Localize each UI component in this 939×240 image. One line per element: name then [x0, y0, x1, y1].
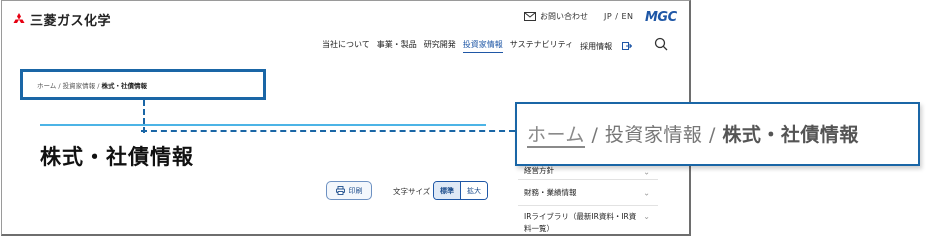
breadcrumb-zoom-callout: ホーム / 投資家情報 / 株式・社債情報	[515, 102, 920, 166]
zoomed-breadcrumb: ホーム / 投資家情報 / 株式・社債情報	[527, 120, 859, 148]
print-label: 印刷	[348, 186, 363, 195]
printer-icon	[335, 186, 345, 195]
breadcrumb-highlight-box	[20, 69, 266, 100]
sidebar-menu: 経営方針 ⌄ 財務・業績情報 ⌄ IRライブラリ（最新IR資料・IR資料一覧） …	[518, 165, 658, 234]
contact-label: お問い合わせ	[540, 12, 588, 21]
mgc-brand-logo[interactable]: MGC	[645, 10, 677, 25]
chevron-down-icon: ⌄	[643, 167, 650, 177]
nav-item-business[interactable]: 事業・製品	[377, 39, 417, 53]
callout-connector-horizontal	[141, 130, 515, 132]
print-button[interactable]: 印刷	[326, 181, 372, 200]
contact-link[interactable]: お問い合わせ	[524, 11, 588, 22]
nav-item-sustainability[interactable]: サステナビリティ	[510, 39, 573, 53]
callout-connector-vertical	[143, 100, 145, 133]
sidebar-item-label: 経営方針	[524, 166, 554, 175]
external-link-icon	[622, 42, 633, 50]
global-nav: 当社について 事業・製品 研究開発 投資家情報 サステナビリティ 採用情報	[322, 39, 639, 53]
company-name: 三菱ガス化学	[30, 14, 112, 29]
chevron-down-icon: ⌄	[643, 212, 650, 221]
sidebar-item-label: 財務・業績情報	[524, 188, 577, 197]
language-switch[interactable]: JP / EN	[604, 12, 634, 21]
sidebar-item-partial[interactable]: 経営方針 ⌄	[518, 165, 658, 180]
nav-item-research[interactable]: 研究開発	[424, 39, 456, 53]
zoom-breadcrumb-sep: /	[584, 124, 605, 146]
font-size-toggle: 標準 拡大	[433, 181, 488, 200]
font-size-standard-button[interactable]: 標準	[434, 182, 461, 199]
three-diamonds-logo-icon	[13, 13, 25, 23]
sidebar-item-label: IRライブラリ（最新IR資料・IR資料一覧）	[524, 212, 637, 233]
zoom-breadcrumb-investors: 投資家情報	[604, 124, 703, 146]
font-size-label: 文字サイズ	[393, 187, 431, 196]
zoom-breadcrumb-home: ホーム	[527, 124, 585, 148]
company-logo[interactable]: 三菱ガス化学	[12, 10, 111, 29]
sidebar-item-ir-library[interactable]: IRライブラリ（最新IR資料・IR資料一覧） ⌄	[518, 206, 658, 234]
mail-icon	[524, 12, 536, 21]
zoom-breadcrumb-current: 株式・社債情報	[722, 124, 859, 146]
chevron-down-icon: ⌄	[643, 188, 650, 197]
font-size-large-button[interactable]: 拡大	[461, 182, 487, 199]
zoom-breadcrumb-sep: /	[702, 124, 723, 146]
sidebar-item-financial[interactable]: 財務・業績情報 ⌄	[518, 180, 658, 206]
page-title: 株式・社債情報	[40, 145, 194, 169]
search-icon[interactable]	[654, 37, 668, 51]
utility-nav: お問い合わせ JP / EN	[524, 11, 634, 22]
nav-item-investors[interactable]: 投資家情報	[462, 39, 503, 53]
nav-item-about[interactable]: 当社について	[322, 39, 370, 53]
title-rule	[40, 124, 486, 126]
nav-item-recruit-label: 採用情報	[580, 41, 613, 51]
nav-item-recruit[interactable]: 採用情報	[580, 39, 633, 53]
